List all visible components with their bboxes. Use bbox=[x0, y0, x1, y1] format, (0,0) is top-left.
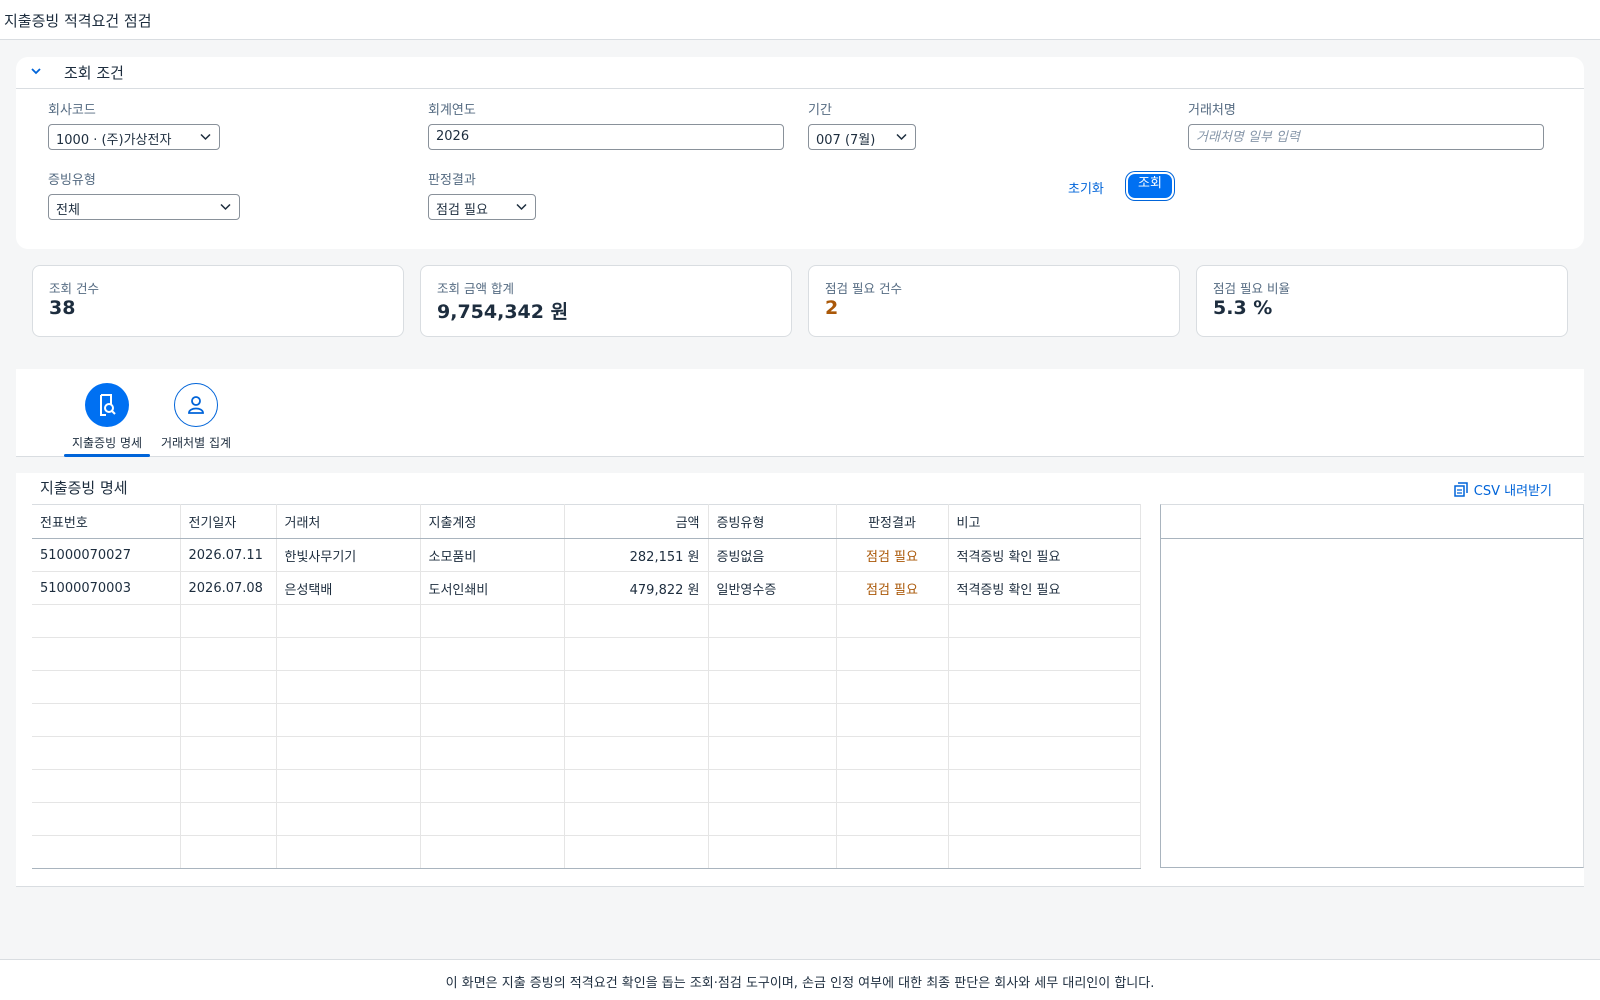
kpi-value: 5.3 % bbox=[1213, 297, 1273, 319]
person-icon bbox=[188, 396, 204, 414]
status-cell: 점검 필요 bbox=[836, 538, 949, 572]
company-code-value: 1000 · (주)가상전자 bbox=[56, 133, 172, 148]
kpi-label: 조회 건수 bbox=[49, 281, 99, 296]
table-cell: 282,151 원 bbox=[564, 538, 709, 572]
period-select[interactable]: 007 (7월) bbox=[808, 124, 916, 150]
table-empty-area bbox=[1160, 504, 1584, 868]
kpi-card-flagged-count: 점검 필요 건수 2 bbox=[808, 265, 1180, 337]
company-code-label: 회사코드 bbox=[48, 103, 96, 118]
table-cell: 2026.07.11 bbox=[180, 538, 277, 572]
tab-vendor-summary[interactable]: 거래처별 집계 bbox=[146, 383, 246, 451]
empty-row bbox=[32, 637, 1141, 671]
table-title: 지출증빙 명세 bbox=[40, 479, 128, 497]
fiscal-year-label: 회계연도 bbox=[428, 103, 476, 118]
footer-bar: 이 화면은 지출 증빙의 적격요건 확인을 돕는 조회·점검 도구이며, 손금 … bbox=[0, 959, 1600, 1000]
evidence-type-label: 증빙유형 bbox=[48, 173, 96, 188]
table-cell: 적격증빙 확인 필요 bbox=[948, 538, 1141, 572]
kpi-label: 조회 금액 합계 bbox=[437, 281, 514, 296]
chevron-down-icon bbox=[896, 133, 907, 141]
empty-row bbox=[32, 736, 1141, 770]
csv-download-label: CSV 내려받기 bbox=[1473, 484, 1552, 499]
chevron-down-icon[interactable] bbox=[30, 65, 42, 77]
column-header[interactable]: 비고 bbox=[948, 504, 1141, 539]
column-header[interactable]: 판정결과 bbox=[836, 504, 949, 539]
table-cell: 소모품비 bbox=[420, 538, 565, 572]
column-header[interactable]: 거래처 bbox=[276, 504, 421, 539]
export-icon bbox=[1454, 482, 1468, 497]
filter-header[interactable]: 조회 조건 bbox=[16, 57, 1584, 89]
tab-selected-indicator bbox=[64, 454, 150, 457]
kpi-value: 9,754,342 원 bbox=[437, 301, 569, 323]
table-cell: 한빛사무기기 bbox=[276, 538, 421, 572]
kpi-value: 2 bbox=[825, 297, 839, 319]
kpi-value: 38 bbox=[49, 297, 76, 319]
empty-row bbox=[32, 604, 1141, 638]
shell-bar: 지출증빙 적격요건 점검 bbox=[0, 0, 1600, 40]
empty-row bbox=[32, 670, 1141, 704]
period-value: 007 (7월) bbox=[816, 133, 876, 148]
icon-tab-bar: 지출증빙 명세 거래처별 집계 bbox=[16, 369, 1584, 457]
fiscal-year-input[interactable]: 2026 bbox=[428, 124, 784, 150]
document-search-icon bbox=[100, 394, 116, 416]
empty-row bbox=[32, 769, 1141, 803]
chevron-down-icon bbox=[200, 133, 211, 141]
column-header[interactable]: 전표번호 bbox=[32, 504, 181, 539]
kpi-label: 점검 필요 건수 bbox=[825, 281, 902, 296]
tab-label: 거래처별 집계 bbox=[160, 436, 232, 450]
app-title: 지출증빙 적격요건 점검 bbox=[4, 12, 152, 30]
disclaimer-text: 이 화면은 지출 증빙의 적격요건 확인을 돕는 조회·점검 도구이며, 손금 … bbox=[445, 976, 1155, 991]
table-header-row: 전표번호 전기일자 거래처 지출계정 금액 증빙유형 판정결과 비고 bbox=[32, 504, 1141, 539]
status-cell: 점검 필요 bbox=[836, 571, 949, 605]
filter-title: 조회 조건 bbox=[64, 64, 124, 82]
judgement-result-select[interactable]: 점검 필요 bbox=[428, 194, 536, 220]
chevron-down-icon bbox=[220, 203, 231, 211]
table-cell: 도서인쇄비 bbox=[420, 571, 565, 605]
column-header[interactable]: 금액 bbox=[564, 504, 709, 539]
tab-icon-circle bbox=[174, 383, 218, 427]
empty-row bbox=[32, 835, 1141, 869]
go-button[interactable]: 조회 bbox=[1128, 174, 1172, 198]
evidence-type-value: 전체 bbox=[56, 203, 80, 218]
table-row[interactable]: 51000070027 2026.07.11 한빛사무기기 소모품비 282,1… bbox=[32, 538, 1141, 572]
judgement-result-label: 판정결과 bbox=[428, 173, 476, 188]
judgement-result-value: 점검 필요 bbox=[436, 203, 488, 218]
table-cell: 2026.07.08 bbox=[180, 571, 277, 605]
evidence-table: 전표번호 전기일자 거래처 지출계정 금액 증빙유형 판정결과 비고 51000… bbox=[32, 504, 1141, 869]
table-cell: 51000070003 bbox=[32, 571, 181, 605]
evidence-table-panel: 지출증빙 명세 CSV 내려받기 전표번호 전기일자 거래처 지출계정 금액 증… bbox=[16, 473, 1584, 887]
empty-row bbox=[32, 703, 1141, 737]
vendor-name-input[interactable] bbox=[1188, 124, 1544, 150]
column-header[interactable]: 전기일자 bbox=[180, 504, 277, 539]
kpi-card-flagged-ratio: 점검 필요 비율 5.3 % bbox=[1196, 265, 1568, 337]
filter-panel: 조회 조건 회사코드 1000 · (주)가상전자 회계연도 2026 기간 0… bbox=[16, 57, 1584, 249]
empty-row bbox=[32, 802, 1141, 836]
tab-icon-circle bbox=[85, 383, 129, 427]
table-cell: 적격증빙 확인 필요 bbox=[948, 571, 1141, 605]
csv-download-button[interactable]: CSV 내려받기 bbox=[1454, 480, 1552, 499]
period-label: 기간 bbox=[808, 103, 832, 118]
kpi-card-count: 조회 건수 38 bbox=[32, 265, 404, 337]
table-cell: 은성택배 bbox=[276, 571, 421, 605]
table-row[interactable]: 51000070003 2026.07.08 은성택배 도서인쇄비 479,82… bbox=[32, 571, 1141, 605]
table-cell: 479,822 원 bbox=[564, 571, 709, 605]
kpi-card-amount: 조회 금액 합계 9,754,342 원 bbox=[420, 265, 792, 337]
evidence-type-select[interactable]: 전체 bbox=[48, 194, 240, 220]
table-cell: 51000070027 bbox=[32, 538, 181, 572]
vendor-name-label: 거래처명 bbox=[1188, 103, 1236, 118]
column-header[interactable]: 지출계정 bbox=[420, 504, 565, 539]
divider bbox=[1161, 538, 1583, 539]
reset-button[interactable]: 초기화 bbox=[1068, 178, 1104, 197]
column-header[interactable]: 증빙유형 bbox=[708, 504, 837, 539]
table-cell: 증빙없음 bbox=[708, 538, 837, 572]
company-code-select[interactable]: 1000 · (주)가상전자 bbox=[48, 124, 220, 150]
table-cell: 일반영수증 bbox=[708, 571, 837, 605]
chevron-down-icon bbox=[516, 203, 527, 211]
kpi-label: 점검 필요 비율 bbox=[1213, 281, 1290, 296]
